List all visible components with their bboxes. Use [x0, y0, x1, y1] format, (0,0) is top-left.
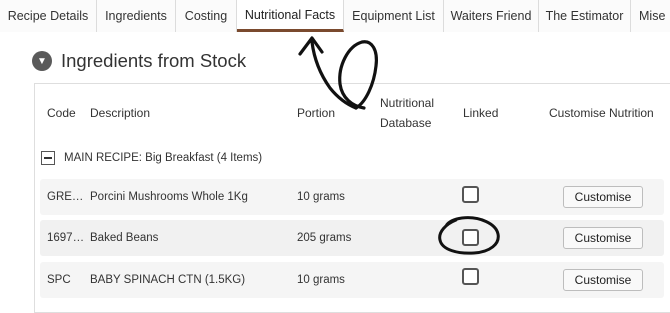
linked-checkbox[interactable]	[462, 268, 479, 285]
tab-costing[interactable]: Costing	[176, 0, 237, 32]
row-portion: 10 grams	[297, 191, 345, 203]
section-title: Ingredients from Stock	[61, 50, 247, 71]
header-portion[interactable]: Portion	[297, 102, 335, 124]
customise-button[interactable]: Customise	[563, 186, 643, 208]
tab-recipe-details[interactable]: Recipe Details	[0, 0, 97, 32]
row-description: Baked Beans	[90, 232, 159, 244]
chevron-down-icon[interactable]: ▼	[32, 51, 52, 71]
row-code: GRE…	[47, 191, 84, 203]
tab-nutritional-facts[interactable]: Nutritional Facts	[237, 0, 344, 32]
linked-checkbox[interactable]	[462, 186, 479, 203]
customise-button[interactable]: Customise	[563, 227, 643, 249]
table-row: GRE… Porcini Mushrooms Whole 1Kg 10 gram…	[40, 179, 664, 215]
header-linked[interactable]: Linked	[463, 102, 498, 124]
header-customise-nutrition[interactable]: Customise Nutrition	[549, 102, 654, 124]
group-label: MAIN RECIPE: Big Breakfast (4 Items)	[64, 152, 263, 164]
row-description: BABY SPINACH CTN (1.5KG)	[90, 274, 246, 286]
row-code: 1697…	[47, 232, 85, 244]
tab-ingredients[interactable]: Ingredients	[97, 0, 176, 32]
tab-mise[interactable]: Mise	[631, 0, 670, 32]
section-header: ▼ Ingredients from Stock	[32, 50, 246, 72]
row-description: Porcini Mushrooms Whole 1Kg	[90, 191, 248, 203]
tab-equipment-list[interactable]: Equipment List	[344, 0, 444, 32]
header-code[interactable]: Code	[47, 102, 76, 124]
tab-the-estimator[interactable]: The Estimator	[539, 0, 631, 32]
table-row: SPC BABY SPINACH CTN (1.5KG) 10 grams Cu…	[40, 262, 664, 298]
table-row: 1697… Baked Beans 205 grams Customise	[40, 220, 664, 256]
tab-waiters-friend[interactable]: Waiters Friend	[444, 0, 539, 32]
tab-bar: Recipe Details Ingredients Costing Nutri…	[0, 0, 670, 32]
header-description[interactable]: Description	[90, 102, 150, 124]
header-nutritional-database-line1[interactable]: Nutritional	[380, 92, 434, 114]
minus-icon[interactable]	[41, 151, 55, 165]
customise-button[interactable]: Customise	[563, 269, 643, 291]
linked-checkbox[interactable]	[462, 229, 479, 246]
row-portion: 205 grams	[297, 232, 352, 244]
row-code: SPC	[47, 274, 71, 286]
header-nutritional-database-line2[interactable]: Database	[380, 112, 431, 134]
row-portion: 10 grams	[297, 274, 345, 286]
